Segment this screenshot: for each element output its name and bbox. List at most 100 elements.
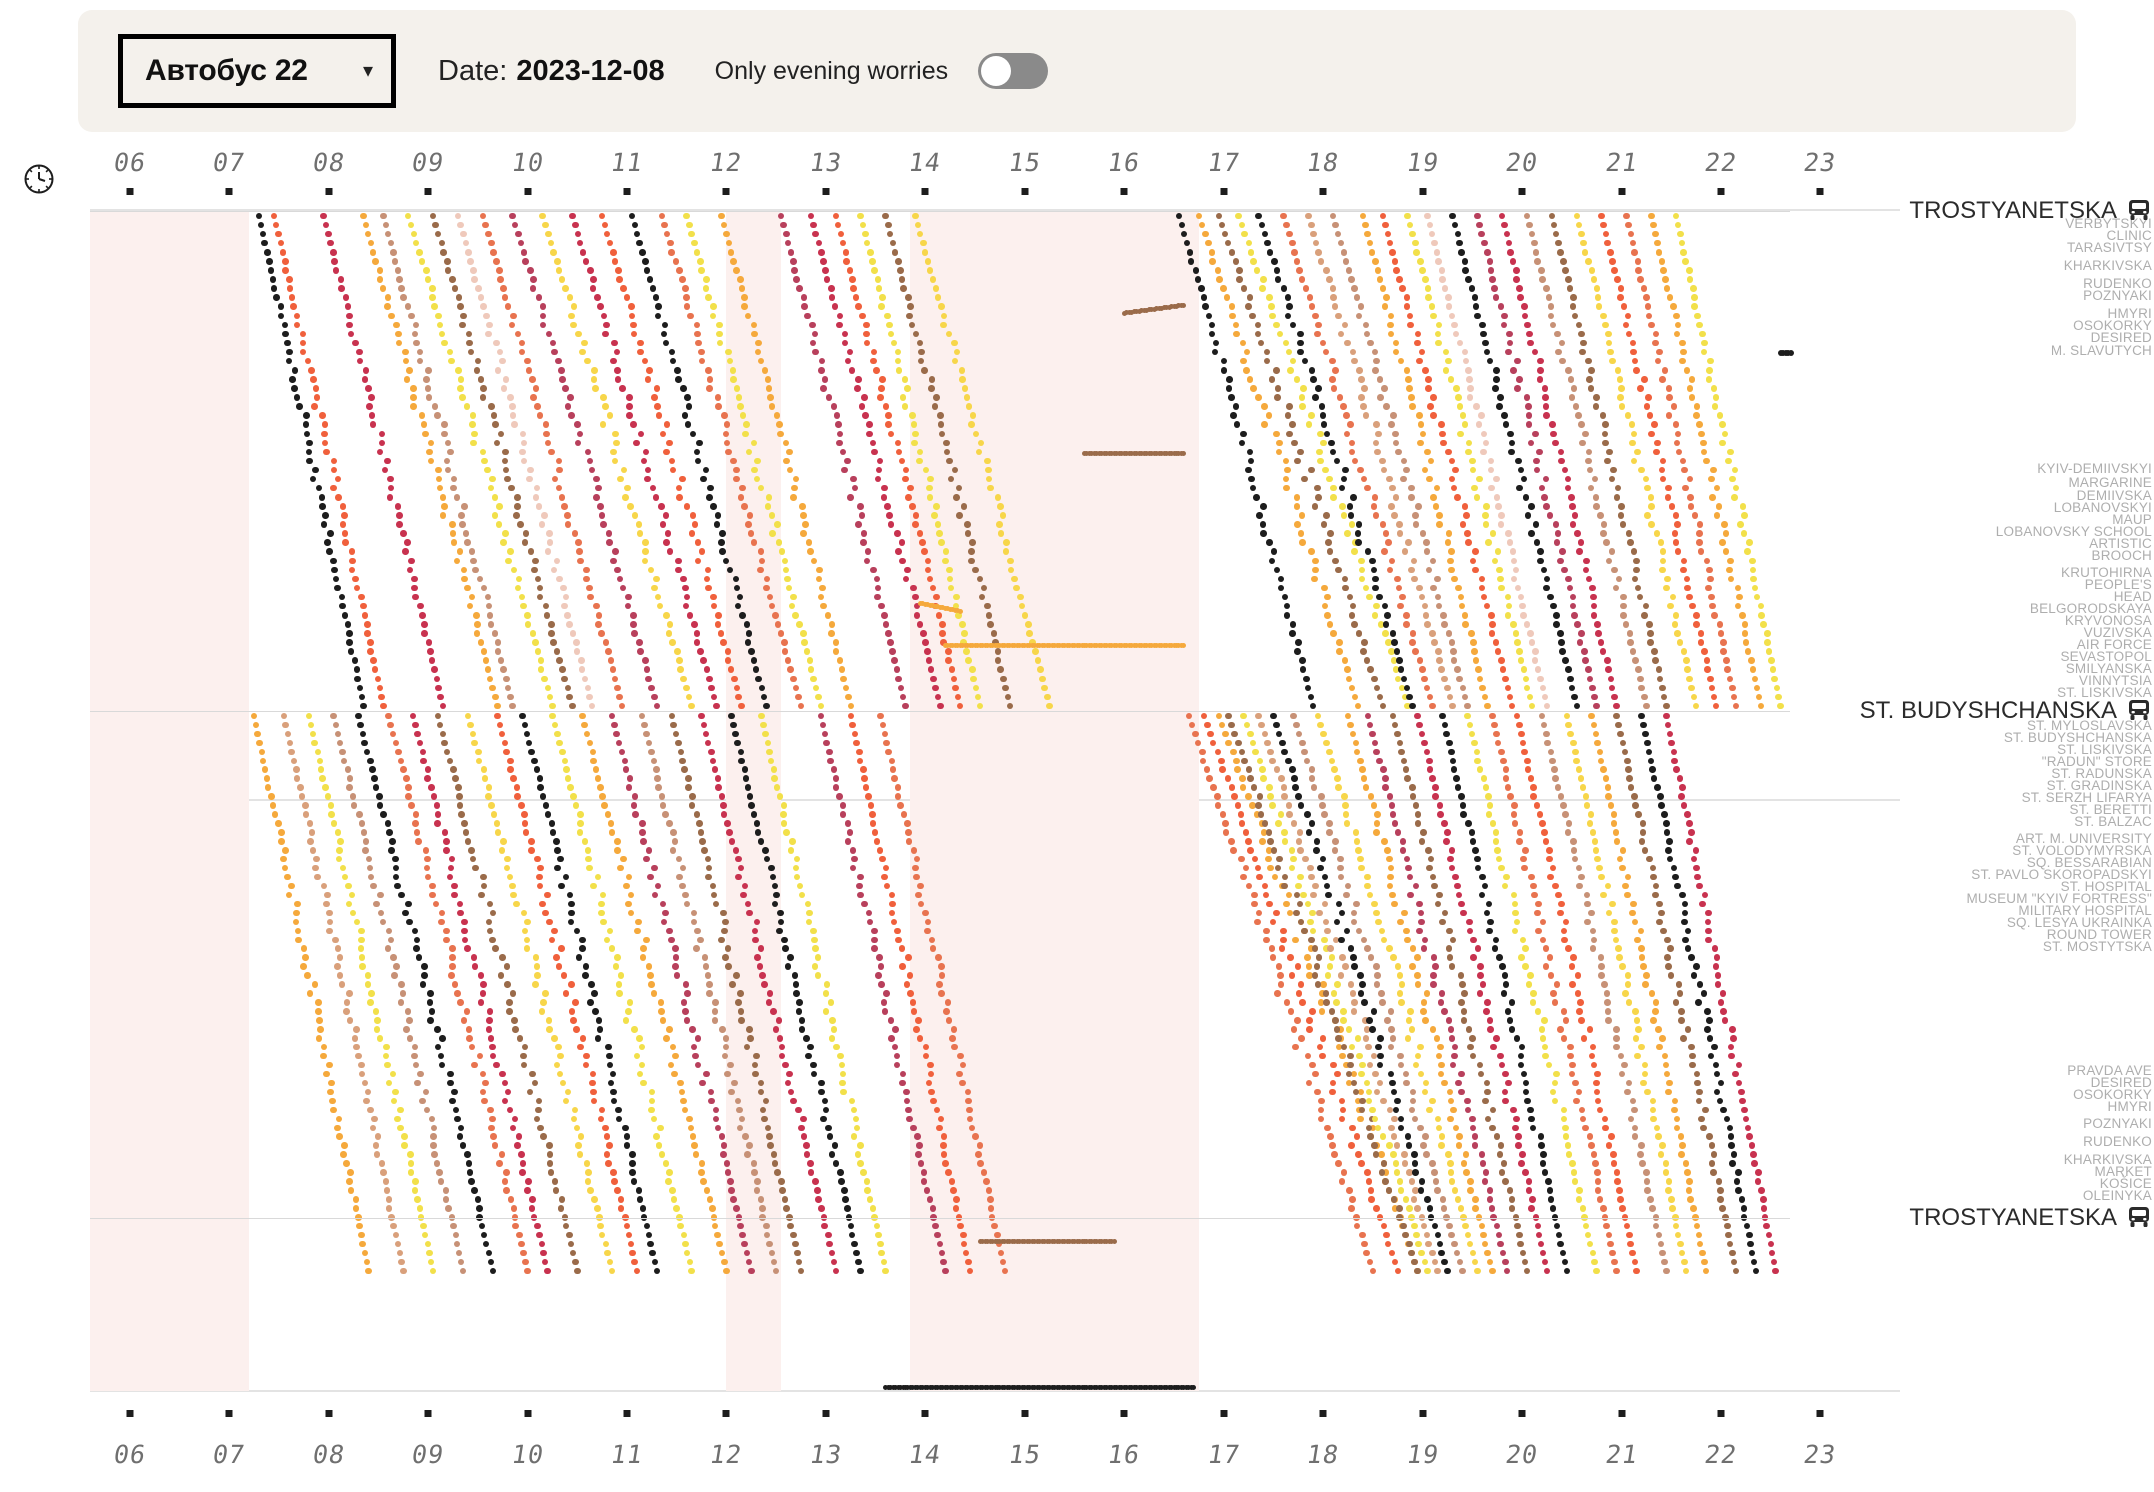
trajectory-dot [895,937,902,944]
trajectory-dot [1505,1080,1512,1087]
trajectory-dot [927,1062,934,1069]
trajectory-dot [1620,612,1627,619]
trajectory-dot [1205,240,1212,247]
trajectory-dot [1696,322,1703,329]
trajectory-dot [1633,1268,1640,1275]
trajectory-dot [1709,685,1716,692]
trajectory-dot [754,1187,761,1194]
trajectory-dot [1264,358,1271,365]
trajectory-dot [1229,784,1236,791]
trajectory-dot [594,294,601,301]
trajectory-dot [417,603,424,610]
trajectory-dot [352,657,359,664]
trajectory-dot [1457,403,1464,410]
trajectory-dot [705,874,712,881]
trajectory-dot [903,1089,910,1096]
trajectory-dot [649,1250,656,1257]
trajectory-dot [1300,666,1307,673]
trajectory-dot [1528,440,1535,447]
trajectory-dot [1422,1133,1429,1140]
trajectory-dot [1427,766,1434,773]
trajectory-dot [683,213,690,220]
trajectory-dot [496,521,503,528]
trajectory-dot [1656,349,1663,356]
trajectory-dot [447,1080,454,1087]
trajectory-dot [921,548,928,555]
trajectory-dot [370,1125,377,1132]
trajectory-dot [1527,694,1534,701]
trajectory-dot [798,703,805,710]
trajectory-dot [1680,249,1687,256]
trajectory-dot [723,1268,730,1275]
trajectory-dot [342,874,349,881]
trajectory-dot [480,303,487,310]
trajectory-dot [1584,901,1591,908]
trajectory-dot [549,713,556,720]
trajectory-dot [1552,775,1559,782]
trajectory-dot [1403,1080,1410,1087]
trajectory-dot [1509,440,1516,447]
evening-worries-toggle[interactable] [978,53,1048,89]
trajectory-dot [575,440,582,447]
trajectory-dot [339,749,346,756]
trajectory-dot [1342,802,1349,809]
trajectory-dot [595,621,602,628]
trajectory-dot [367,639,374,646]
trajectory-dot [1000,676,1007,683]
trajectory-dot [1659,567,1666,574]
trajectory-dot [1503,981,1510,988]
trajectory-dot [899,1080,906,1087]
trajectory-dot [849,722,856,729]
trajectory-dot [884,313,891,320]
trajectory-dot [1540,919,1547,926]
trajectory-dot [748,802,755,809]
trajectory-dot [666,440,673,447]
trajectory-dot [821,1223,828,1230]
trajectory-dot [412,928,419,935]
trajectory-dot [875,585,882,592]
trajectory-dot [1460,685,1467,692]
trajectory-dot [710,313,717,320]
trajectory-dot [930,276,937,283]
trajectory-dot [587,740,594,747]
trajectory-dot [1397,1178,1404,1185]
trajectory-dot [398,981,405,988]
trajectory-dot [510,313,517,320]
trajectory-dot [1604,657,1611,664]
trajectory-dot [902,476,909,483]
trajectory-dot [1451,766,1458,773]
trajectory-dot [1571,694,1578,701]
trajectory-dot [1322,603,1329,610]
trajectory-dot [260,758,267,765]
trajectory-dot [717,340,724,347]
trajectory-dot [854,1125,861,1132]
trajectory-dot [1562,267,1569,274]
trajectory-dot [827,1133,834,1140]
trajectory-dot [1558,639,1565,646]
trajectory-dot [1462,267,1469,274]
trajectory-dot [505,1089,512,1096]
trajectory-dot [803,1035,810,1042]
route-select[interactable]: Автобус 22 ▾ [118,34,396,108]
trajectory-dot [631,1259,638,1266]
trajectory-dot [1439,267,1446,274]
trajectory-dot [1364,657,1371,664]
trajectory-dot [1341,512,1348,519]
trajectory-dot [1354,838,1361,845]
trajectory-dot [1472,294,1479,301]
trajectory-dot [1328,440,1335,447]
trajectory-dot [475,285,482,292]
trajectory-dot [712,1017,719,1024]
trajectory-dot [599,1232,606,1239]
trajectory-dot [412,722,419,729]
trajectory-dot [624,1142,631,1149]
trajectory-dot [904,567,911,574]
trajectory-dot [408,1160,415,1167]
trajectory-dot [294,901,301,908]
trajectory-dot [522,258,529,265]
trajectory-dot [614,367,621,374]
trajectory-dot [1679,240,1686,247]
trajectory-dot [1748,657,1755,664]
trajectory-dot [874,838,881,845]
trajectory-dot [1267,865,1274,872]
